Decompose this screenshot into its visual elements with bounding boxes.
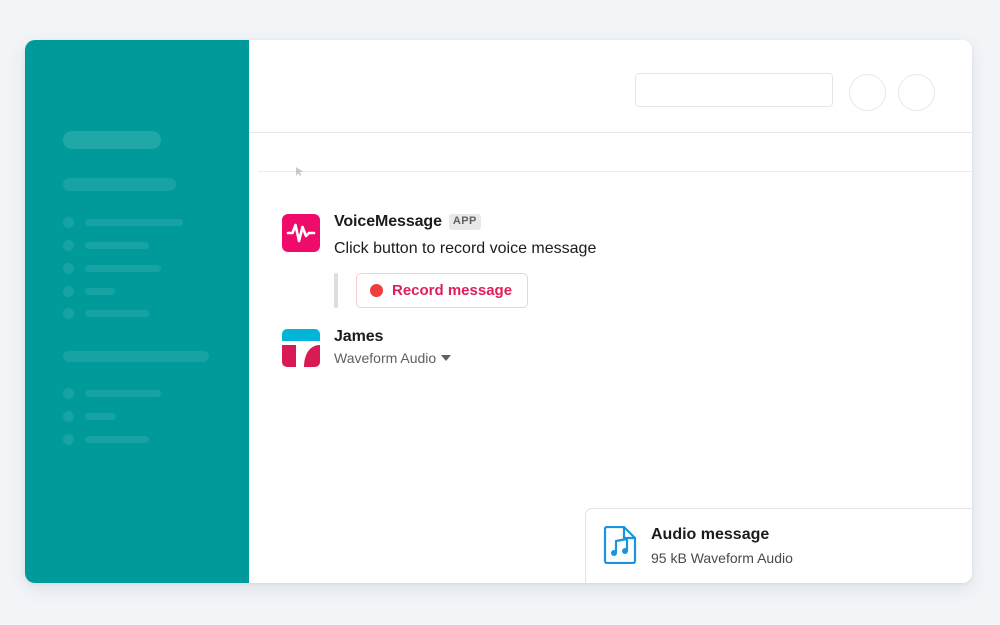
message-body: James Waveform Audio (334, 329, 452, 366)
sidebar-item-dot[interactable] (63, 411, 74, 422)
message-subtext-label: Waveform Audio (334, 350, 437, 366)
message-james: James Waveform Audio (282, 329, 452, 367)
audio-title: Audio message (651, 526, 770, 543)
message-text: Click button to record voice message (334, 240, 597, 257)
sidebar-item-label[interactable] (85, 219, 183, 226)
sidebar-item-dot[interactable] (63, 240, 74, 251)
audio-file-icon (603, 525, 637, 569)
sidebar-item-label[interactable] (85, 413, 116, 420)
message-sender-name[interactable]: VoiceMessage (334, 214, 442, 230)
message-sender-name[interactable]: James (334, 329, 383, 345)
app-badge: APP (448, 214, 481, 230)
sidebar-item-label[interactable] (85, 242, 149, 249)
main-panel: VoiceMessage APP Click button to record … (249, 40, 972, 583)
sidebar-item-dot[interactable] (63, 308, 74, 319)
record-dot-icon (370, 283, 383, 297)
sidebar-item-dot[interactable] (63, 434, 74, 445)
sidebar-skeleton-header-1 (63, 178, 176, 191)
message-subtext-row[interactable]: Waveform Audio (334, 350, 452, 366)
sidebar-item-label[interactable] (85, 390, 161, 397)
top-bar (249, 40, 972, 133)
message-list: VoiceMessage APP Click button to record … (249, 133, 972, 583)
user-app-logo-icon (282, 329, 320, 367)
message-attachment-block: Record message (334, 272, 596, 308)
voicemessage-waveform-icon (282, 214, 320, 252)
record-message-button[interactable]: Record message (356, 272, 529, 308)
sidebar-item-dot[interactable] (63, 217, 74, 228)
sidebar-skeleton-workspace (63, 131, 161, 149)
message-voicemessage-app: VoiceMessage APP Click button to record … (282, 214, 596, 308)
message-body: VoiceMessage APP Click button to record … (334, 214, 596, 308)
sidebar-skeleton-header-2 (63, 351, 209, 362)
attachment-accent-bar (334, 272, 338, 308)
sidebar-item-label[interactable] (85, 436, 149, 443)
mouse-cursor (296, 167, 303, 176)
sidebar-item-dot[interactable] (63, 263, 74, 274)
sidebar-item-label[interactable] (85, 288, 115, 295)
message-divider (258, 171, 972, 172)
app-window: VoiceMessage APP Click button to record … (25, 40, 972, 583)
sidebar-item-dot[interactable] (63, 286, 74, 297)
record-message-label: Record message (392, 281, 513, 299)
audio-meta: 95 kB Waveform Audio (651, 549, 793, 566)
header-avatar-1[interactable] (849, 74, 886, 111)
audio-card-text: Audio message 95 kB Waveform Audio (651, 526, 793, 566)
sidebar-item-label[interactable] (85, 310, 149, 317)
header-avatar-2[interactable] (898, 74, 935, 111)
message-header-row: James (334, 329, 451, 345)
audio-card-header: Audio message 95 kB Waveform Audio (586, 509, 972, 569)
audio-attachment-card: Audio message 95 kB Waveform Audio 0:00 … (585, 508, 972, 583)
sidebar-item-label[interactable] (85, 265, 161, 272)
search-input[interactable] (635, 73, 833, 107)
message-header-row: VoiceMessage APP (334, 214, 596, 230)
chevron-down-icon[interactable] (441, 355, 452, 361)
sidebar (25, 40, 249, 583)
sidebar-item-dot[interactable] (63, 388, 74, 399)
